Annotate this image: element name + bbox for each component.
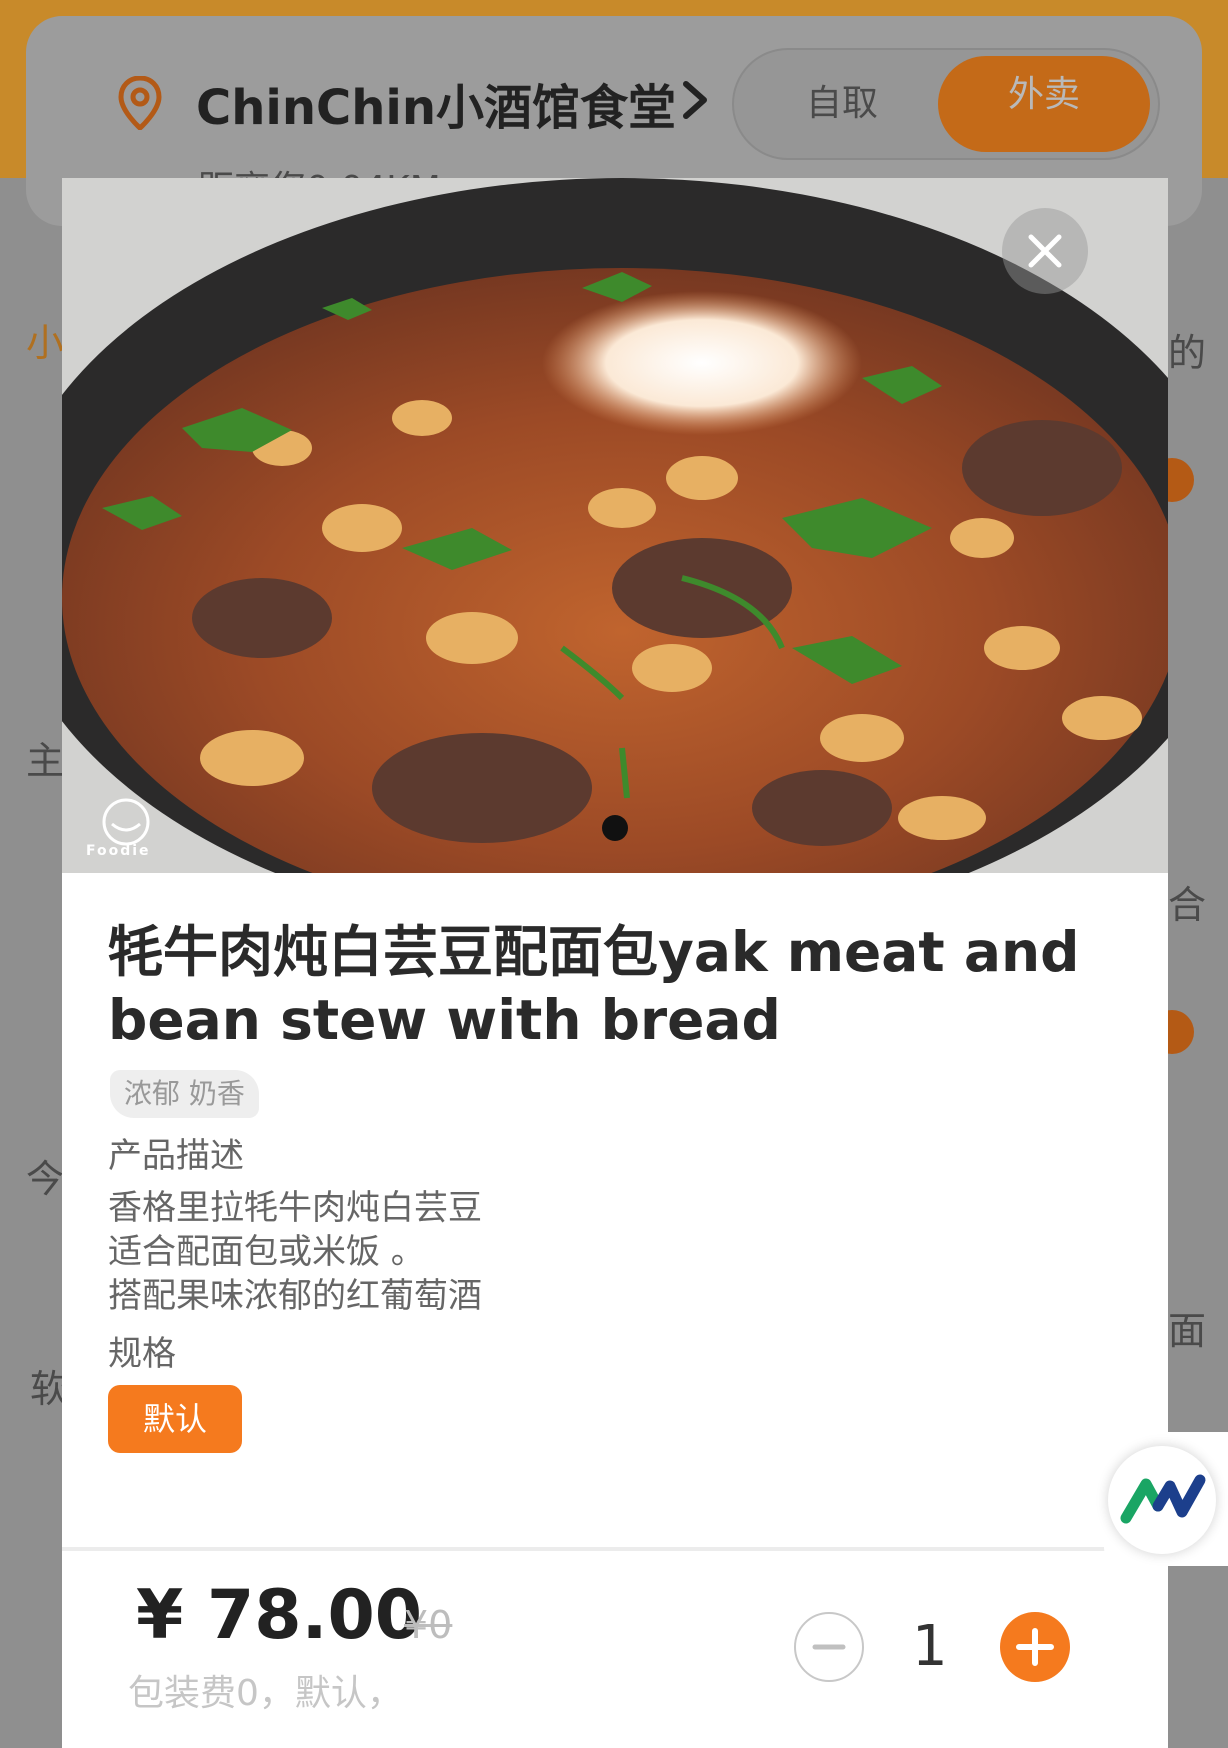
- price: ¥ 78.00: [136, 1576, 423, 1655]
- close-icon: [1028, 234, 1062, 268]
- floating-assistant-tab[interactable]: [1104, 1432, 1228, 1566]
- description-line: 适合配面包或米饭 。: [108, 1232, 425, 1272]
- description-line: 搭配果味浓郁的红葡萄酒: [108, 1276, 482, 1316]
- footer-divider: [62, 1547, 1122, 1551]
- packaging-fee-note: 包装费0，默认，: [128, 1673, 403, 1714]
- location-pin-icon: [118, 76, 162, 130]
- quantity-minus-button[interactable]: [794, 1612, 864, 1682]
- mode-pickup-button[interactable]: 自取: [806, 74, 878, 126]
- foodie-watermark-icon: [102, 798, 150, 846]
- carousel-indicator[interactable]: [602, 815, 628, 841]
- original-price: ¥0: [404, 1603, 453, 1647]
- side-fragment: 合: [1168, 883, 1207, 927]
- side-fragment: 小: [26, 321, 65, 365]
- side-fragment: 的: [1168, 331, 1207, 375]
- chevron-right-icon[interactable]: [678, 80, 712, 120]
- quantity-value: 1: [912, 1614, 948, 1679]
- description-line: 香格里拉牦牛肉炖白芸豆: [108, 1188, 482, 1228]
- minus-icon: [812, 1644, 846, 1650]
- quantity-plus-button[interactable]: [1000, 1612, 1070, 1682]
- floating-assistant-button[interactable]: [1108, 1446, 1216, 1554]
- side-fragment: 主: [26, 739, 65, 783]
- order-mode-toggle: 自取 外卖: [732, 48, 1160, 160]
- close-button[interactable]: [1002, 208, 1088, 294]
- product-title: 牦牛肉炖白芸豆配面包yak meat and bean stew with br…: [108, 920, 1080, 1052]
- description-label: 产品描述: [108, 1136, 244, 1176]
- side-fragment: 今: [26, 1157, 65, 1201]
- product-description: 香格里拉牦牛肉炖白芸豆 适合配面包或米饭 。 搭配果味浓郁的红葡萄酒: [108, 1186, 482, 1318]
- av-logo-icon: [1120, 1474, 1206, 1524]
- product-detail-modal: Foodie 牦牛肉炖白芸豆配面包yak meat and bean stew …: [62, 178, 1168, 1748]
- spec-option-default[interactable]: 默认: [108, 1385, 242, 1453]
- foodie-watermark-text: Foodie: [86, 843, 151, 859]
- plus-icon: [1016, 1628, 1054, 1666]
- product-tag: 浓郁 奶香: [110, 1070, 259, 1118]
- spec-label: 规格: [108, 1334, 176, 1374]
- store-name[interactable]: ChinChin小酒馆食堂: [196, 68, 676, 138]
- side-fragment: 面: [1168, 1309, 1207, 1353]
- mode-delivery-button[interactable]: 外卖: [938, 56, 1150, 152]
